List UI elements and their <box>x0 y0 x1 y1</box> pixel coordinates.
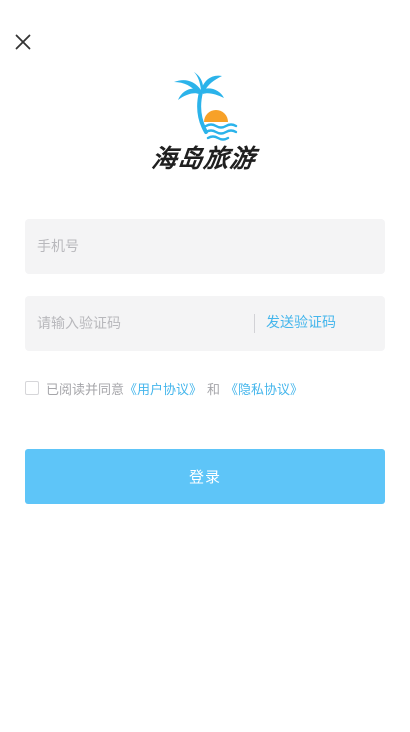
logo-text: 海岛旅游 <box>150 144 258 173</box>
send-code-button[interactable]: 发送验证码 <box>266 296 336 351</box>
palm-tree-sunset-icon <box>174 72 238 141</box>
verification-code-input[interactable] <box>37 296 242 351</box>
code-field: 发送验证码 <box>25 296 385 351</box>
user-agreement-link[interactable]: 《用户协议》 <box>124 379 202 398</box>
agreement-and: 和 <box>207 382 221 398</box>
agreement-checkbox[interactable] <box>25 381 39 395</box>
agreement-row: 已阅读并同意 《用户协议》 和 《隐私协议》 <box>25 378 303 398</box>
login-button[interactable]: 登录 <box>25 449 385 504</box>
code-divider <box>254 314 255 333</box>
privacy-agreement-link[interactable]: 《隐私协议》 <box>225 379 303 398</box>
close-icon <box>15 34 31 50</box>
agreement-prefix: 已阅读并同意 <box>46 382 125 398</box>
close-button[interactable] <box>12 31 34 53</box>
phone-input[interactable] <box>37 219 367 274</box>
login-page: 海岛旅游 发送验证码 已阅读并同意 《用户协议》 和 《隐私协议》 登录 <box>0 0 410 732</box>
phone-field <box>25 219 385 274</box>
app-logo: 海岛旅游 <box>140 70 268 174</box>
